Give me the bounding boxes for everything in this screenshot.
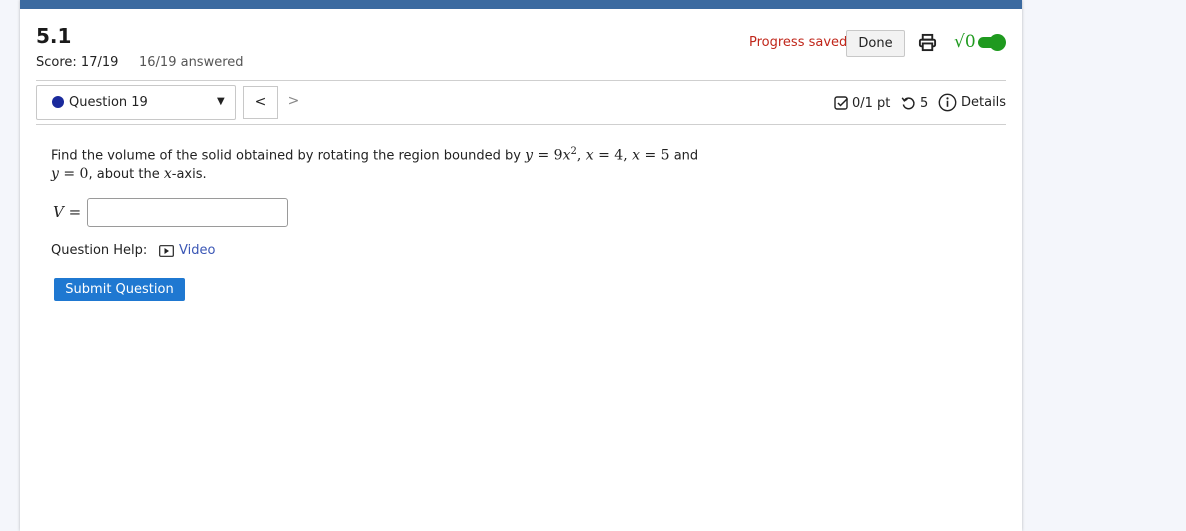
progress-status: Progress saved xyxy=(749,35,848,50)
retry-icon xyxy=(901,97,915,110)
checkbox-icon xyxy=(834,96,849,110)
question-divider xyxy=(36,124,1006,125)
retries-text: 5 xyxy=(920,96,929,111)
video-icon xyxy=(159,244,174,257)
question-status-dot xyxy=(52,96,64,108)
header-divider xyxy=(36,80,1006,81)
next-question-button[interactable]: > xyxy=(277,86,310,117)
done-button[interactable]: Done xyxy=(846,30,905,57)
problem-statement: Find the volume of the solid obtained by… xyxy=(51,146,699,183)
video-link-label: Video xyxy=(179,243,216,258)
details-label: Details xyxy=(961,95,1007,110)
answer-input[interactable] xyxy=(87,198,288,227)
submit-question-button[interactable]: Submit Question xyxy=(54,278,185,301)
answer-label: V = xyxy=(53,203,82,221)
main-panel: 5.1 Score: 17/19 16/19 answered Progress… xyxy=(20,0,1022,531)
score-text: Score: 17/19 xyxy=(36,55,119,70)
answered-count: 16/19 answered xyxy=(139,55,244,70)
print-icon[interactable] xyxy=(918,33,937,52)
math-entry-toggle[interactable] xyxy=(978,34,1006,51)
math-entry-icon: √0 xyxy=(954,32,976,52)
question-help-label: Question Help: xyxy=(51,243,148,258)
assignment-title: 5.1 xyxy=(36,24,72,48)
toggle-knob xyxy=(989,34,1006,51)
retries-indicator: 5 xyxy=(901,96,928,111)
points-text: 0/1 pt xyxy=(852,96,891,111)
caret-down-icon: ▼ xyxy=(217,96,225,107)
points-indicator: 0/1 pt xyxy=(834,96,890,111)
question-select-label: Question 19 xyxy=(69,95,148,110)
previous-question-button[interactable]: < xyxy=(243,86,278,119)
top-accent-bar xyxy=(20,0,1022,9)
info-icon xyxy=(938,93,957,112)
question-select[interactable]: Question 19 ▼ xyxy=(36,85,236,120)
video-help-link[interactable]: Video xyxy=(159,243,215,258)
details-button[interactable]: Details xyxy=(938,93,1006,112)
